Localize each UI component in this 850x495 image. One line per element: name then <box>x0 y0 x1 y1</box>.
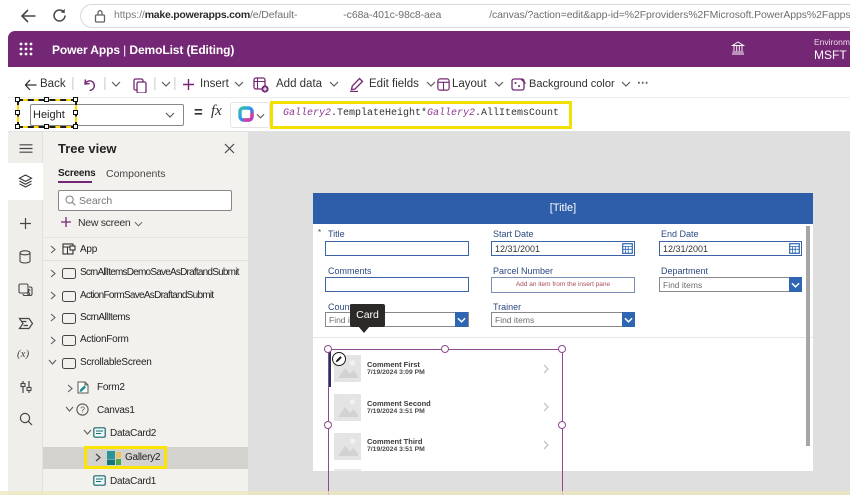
svg-text:?: ? <box>80 404 85 414</box>
